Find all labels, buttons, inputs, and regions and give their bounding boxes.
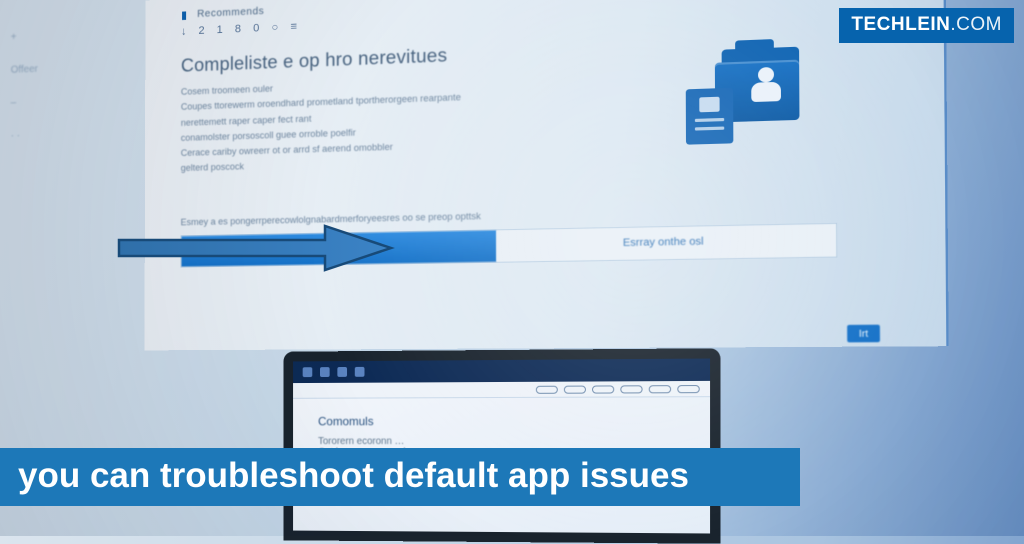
window-control-3[interactable] (592, 385, 614, 393)
laptop-heading: Comomuls (318, 414, 683, 429)
toolbar-download-icon[interactable]: ↓ (181, 25, 187, 37)
annotation-arrow-icon (115, 220, 395, 276)
window-control-1[interactable] (536, 385, 558, 393)
caption-banner: you can troubleshoot default app issues (0, 448, 800, 506)
titlebar-icon-4 (355, 367, 365, 377)
toolbar-g5: 0 (253, 22, 259, 34)
laptop-titlebar (293, 359, 710, 384)
toolbar-circle-icon[interactable]: ○ (272, 21, 279, 33)
toolbar-g3: 1 (217, 24, 223, 36)
brand-watermark: TECHLEIN.COM (839, 8, 1014, 43)
window-control-2[interactable] (564, 385, 586, 393)
window-control-5[interactable] (649, 385, 671, 393)
titlebar-icon-3 (337, 367, 347, 377)
flag-icon: ▮ (181, 8, 187, 21)
frag-2: Offeer (11, 61, 105, 76)
titlebar-icon-2 (320, 367, 330, 377)
person-body-icon (751, 82, 781, 102)
secondary-button[interactable]: Esrray onthe osl (496, 224, 836, 262)
breadcrumb-label: Recommends (197, 6, 264, 20)
laptop-screen: Comomuls Tororern ecoronn … Cot laas per… (283, 348, 720, 543)
laptop-tab-row (293, 381, 710, 399)
toolbar-g4: 8 (235, 23, 241, 35)
toolbar-g2: 2 (198, 25, 204, 37)
brand-name: TECHLEIN (851, 14, 950, 35)
brand-tld: .COM (950, 14, 1002, 35)
frag-4: · · (11, 128, 105, 142)
titlebar-icon-1 (303, 367, 313, 377)
settings-panel: ▮ Recommends ✎ ¦ © 6 12 ↓ 2 1 8 0 ○ ≡ Co… (145, 0, 949, 350)
frag-3: – (11, 94, 105, 108)
document-thumb-icon (699, 97, 719, 113)
document-card-icon (686, 88, 734, 145)
toolbar-menu-icon[interactable]: ≡ (291, 21, 298, 33)
settings-window: ▮ Recommends ✎ ¦ © 6 12 ↓ 2 1 8 0 ○ ≡ Co… (145, 0, 949, 350)
left-background-fragments: + Offeer – · · (11, 28, 105, 163)
window-control-4[interactable] (620, 385, 642, 393)
folder-illustration (713, 34, 851, 157)
frag-1: + (11, 28, 105, 43)
laptop-line-1: Tororern ecoronn … (318, 436, 683, 447)
next-button[interactable]: Irt (847, 325, 880, 343)
window-control-6[interactable] (677, 385, 700, 393)
laptop-foreground: Comomuls Tororern ecoronn … Cot laas per… (283, 348, 720, 543)
